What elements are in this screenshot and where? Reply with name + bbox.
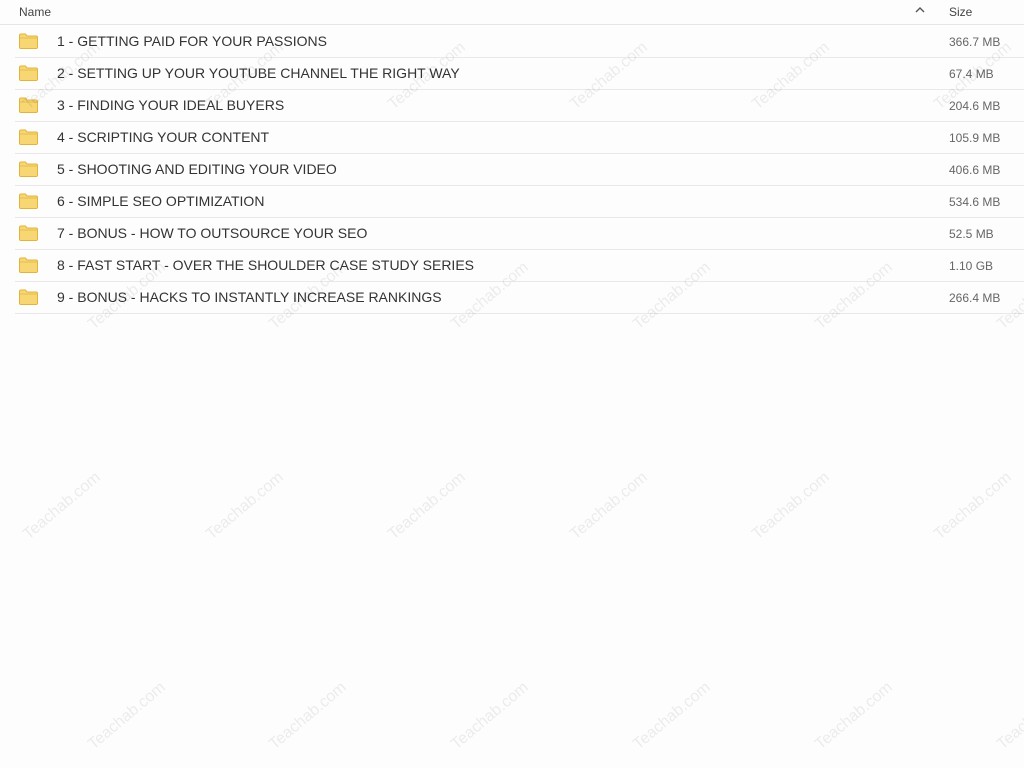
file-name[interactable]: 3 - FINDING YOUR IDEAL BUYERS [57, 97, 284, 113]
file-name[interactable]: 7 - BONUS - HOW TO OUTSOURCE YOUR SEO [57, 225, 367, 241]
file-size: 406.6 MB [949, 163, 1001, 177]
file-size: 366.7 MB [949, 35, 1001, 49]
file-size: 52.5 MB [949, 227, 994, 241]
file-list: 1 - GETTING PAID FOR YOUR PASSIONS 366.7 … [0, 26, 1024, 314]
watermark-text: Teachab.com [266, 678, 350, 754]
file-row[interactable]: 1 - GETTING PAID FOR YOUR PASSIONS 366.7 … [15, 26, 1024, 58]
watermark-text: Teachab.com [931, 468, 1015, 544]
watermark-text: Teachab.com [203, 468, 287, 544]
watermark-text: Teachab.com [385, 468, 469, 544]
folder-icon [19, 129, 38, 145]
file-row[interactable]: 5 - SHOOTING AND EDITING YOUR VIDEO 406.6… [15, 154, 1024, 186]
folder-icon [19, 289, 38, 305]
watermark-text: Teachab.com [812, 678, 896, 754]
file-size: 266.4 MB [949, 291, 1001, 305]
file-size: 204.6 MB [949, 99, 1001, 113]
chevron-up-icon[interactable] [913, 3, 927, 17]
watermark-text: Teachab.com [630, 678, 714, 754]
file-name[interactable]: 5 - SHOOTING AND EDITING YOUR VIDEO [57, 161, 337, 177]
watermark-text: Teachab.com [20, 468, 104, 544]
file-name[interactable]: 2 - SETTING UP YOUR YOUTUBE CHANNEL THE … [57, 65, 460, 81]
folder-icon [19, 65, 38, 81]
file-size: 1.10 GB [949, 259, 994, 273]
file-list-header: Name Size [0, 0, 1024, 25]
file-row[interactable]: 6 - SIMPLE SEO OPTIMIZATION 534.6 MB [15, 186, 1024, 218]
folder-icon [19, 225, 38, 241]
file-row[interactable]: 9 - BONUS - HACKS TO INSTANTLY INCREASE … [15, 282, 1024, 314]
file-row[interactable]: 8 - FAST START - OVER THE SHOULDER CASE … [15, 250, 1024, 282]
file-size: 105.9 MB [949, 131, 1001, 145]
watermark-text: Teachab.com [85, 678, 169, 754]
watermark-text: Teachab.com [749, 468, 833, 544]
watermark-text: Teachab.com [567, 468, 651, 544]
file-row[interactable]: 3 - FINDING YOUR IDEAL BUYERS 204.6 MB [15, 90, 1024, 122]
watermark-text: Teachab.com [448, 678, 532, 754]
file-name[interactable]: 4 - SCRIPTING YOUR CONTENT [57, 129, 269, 145]
folder-icon [19, 193, 38, 209]
file-size: 67.4 MB [949, 67, 994, 81]
folder-icon [19, 161, 38, 177]
file-row[interactable]: 2 - SETTING UP YOUR YOUTUBE CHANNEL THE … [15, 58, 1024, 90]
folder-icon [19, 97, 38, 113]
watermark-text: Teachab.com [994, 678, 1024, 754]
file-name[interactable]: 9 - BONUS - HACKS TO INSTANTLY INCREASE … [57, 289, 442, 305]
file-name[interactable]: 8 - FAST START - OVER THE SHOULDER CASE … [57, 257, 474, 273]
folder-icon [19, 33, 38, 49]
file-row[interactable]: 4 - SCRIPTING YOUR CONTENT 105.9 MB [15, 122, 1024, 154]
folder-icon [19, 257, 38, 273]
file-row[interactable]: 7 - BONUS - HOW TO OUTSOURCE YOUR SEO 52.… [15, 218, 1024, 250]
size-column-header[interactable]: Size [949, 5, 972, 19]
file-name[interactable]: 1 - GETTING PAID FOR YOUR PASSIONS [57, 33, 327, 49]
file-name[interactable]: 6 - SIMPLE SEO OPTIMIZATION [57, 193, 264, 209]
name-column-header[interactable]: Name [19, 5, 51, 19]
file-size: 534.6 MB [949, 195, 1001, 209]
